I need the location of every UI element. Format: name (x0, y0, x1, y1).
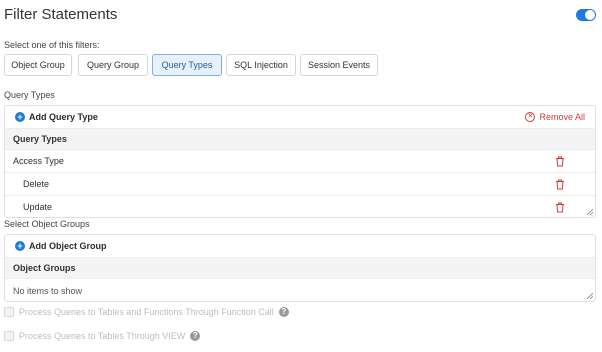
resize-handle-icon[interactable] (587, 293, 593, 299)
remove-all-label: Remove All (539, 112, 585, 122)
add-query-type-label: Add Query Type (29, 112, 98, 122)
row-label: Update (23, 202, 53, 212)
query-types-column-header: Query Types (5, 129, 595, 150)
trash-icon[interactable] (555, 179, 565, 190)
view-label: Process Queries to Tables Through VIEW (19, 331, 186, 341)
object-groups-toolbar: + Add Object Group (5, 235, 595, 258)
function-call-label: Process Queries to Tables and Functions … (19, 307, 274, 317)
object-groups-section-label: Select Object Groups (4, 219, 90, 229)
plus-icon: + (15, 112, 25, 122)
table-row[interactable]: Delete (5, 173, 595, 196)
tab-object-group[interactable]: Object Group (4, 54, 72, 76)
table-row[interactable]: Access Type (5, 150, 595, 173)
toggle-knob (585, 10, 595, 20)
view-option: Process Queries to Tables Through VIEW ? (4, 331, 201, 341)
resize-handle-icon[interactable] (587, 209, 593, 215)
tab-query-types[interactable]: Query Types (152, 54, 222, 76)
row-label: Access Type (13, 156, 64, 166)
query-types-header-label: Query Types (13, 134, 67, 144)
filters-label: Select one of this filters: (4, 40, 100, 50)
query-types-section-label: Query Types (4, 90, 55, 100)
query-types-toolbar: + Add Query Type ✕ Remove All (5, 106, 595, 129)
tab-sql-injection[interactable]: SQL Injection (226, 54, 296, 76)
object-groups-column-header: Object Groups (5, 258, 595, 279)
view-checkbox[interactable] (4, 331, 14, 341)
help-icon[interactable]: ? (190, 331, 201, 341)
object-groups-header-label: Object Groups (13, 263, 76, 273)
object-groups-panel: + Add Object Group Object Groups No item… (4, 234, 596, 302)
remove-all-button[interactable]: ✕ Remove All (525, 112, 585, 122)
trash-icon[interactable] (555, 156, 565, 167)
close-circle-icon: ✕ (525, 112, 536, 122)
trash-icon[interactable] (555, 202, 565, 213)
add-object-group-label: Add Object Group (29, 241, 107, 251)
plus-icon: + (15, 241, 25, 251)
row-label: Delete (23, 179, 50, 189)
empty-row: No items to show (5, 279, 595, 301)
tab-session-events[interactable]: Session Events (300, 54, 378, 76)
function-call-option: Process Queries to Tables and Functions … (4, 307, 289, 317)
tab-query-group[interactable]: Query Group (78, 54, 148, 76)
table-row[interactable]: Update (5, 196, 595, 217)
help-icon[interactable]: ? (278, 307, 289, 317)
add-object-group-button[interactable]: + Add Object Group (15, 241, 107, 251)
page-title: Filter Statements (4, 6, 118, 23)
query-types-panel: + Add Query Type ✕ Remove All Query Type… (4, 105, 596, 218)
filter-toggle[interactable] (576, 9, 596, 21)
function-call-checkbox[interactable] (4, 307, 14, 317)
add-query-type-button[interactable]: + Add Query Type (15, 112, 98, 122)
empty-text: No items to show (13, 285, 83, 296)
